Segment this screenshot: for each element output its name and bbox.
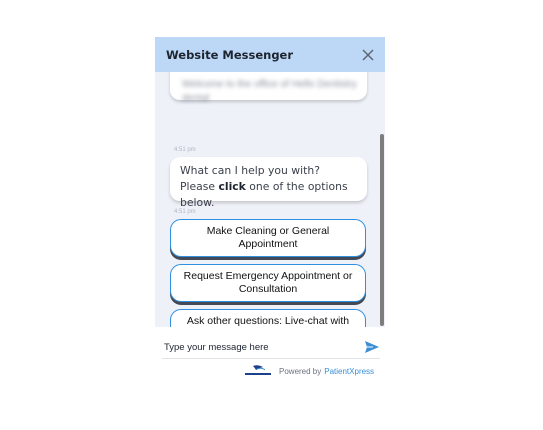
options-timestamp: 4:51 pm (174, 209, 196, 215)
messenger-header: Website Messenger (155, 37, 385, 72)
send-icon[interactable] (364, 340, 380, 354)
message-input[interactable] (162, 341, 344, 353)
chat-area[interactable]: Welcome to the office of Hello Dentistry… (155, 72, 385, 327)
powered-by: Powered by PatientXpress (243, 363, 374, 379)
composer (162, 336, 380, 359)
powered-by-label: Powered by (279, 366, 322, 376)
messenger-title: Website Messenger (166, 47, 294, 62)
option-button-emergency[interactable]: Request Emergency Appointment or Consult… (170, 264, 366, 302)
close-icon[interactable] (361, 48, 375, 62)
previous-message-bubble: Welcome to the office of Hello Dentistry… (170, 72, 367, 104)
message-timestamp: 4:51 pm (174, 147, 196, 153)
patientxpress-logo (245, 365, 271, 375)
chat-scrollbar[interactable] (380, 134, 384, 326)
option-button-cleaning[interactable]: Make Cleaning or General Appointment (170, 219, 366, 257)
option-button-other-questions[interactable]: Ask other questions: Live-chat with offi… (170, 309, 366, 327)
prompt-text-bold: click (218, 180, 246, 193)
powered-by-brand[interactable]: PatientXpress (324, 367, 374, 376)
prompt-message-bubble: What can I help you with? Please click o… (170, 157, 367, 209)
messenger-widget: Website Messenger Welcome to the office … (155, 37, 385, 382)
previous-message-text: Welcome to the office of Hello Dentistry… (182, 79, 357, 104)
